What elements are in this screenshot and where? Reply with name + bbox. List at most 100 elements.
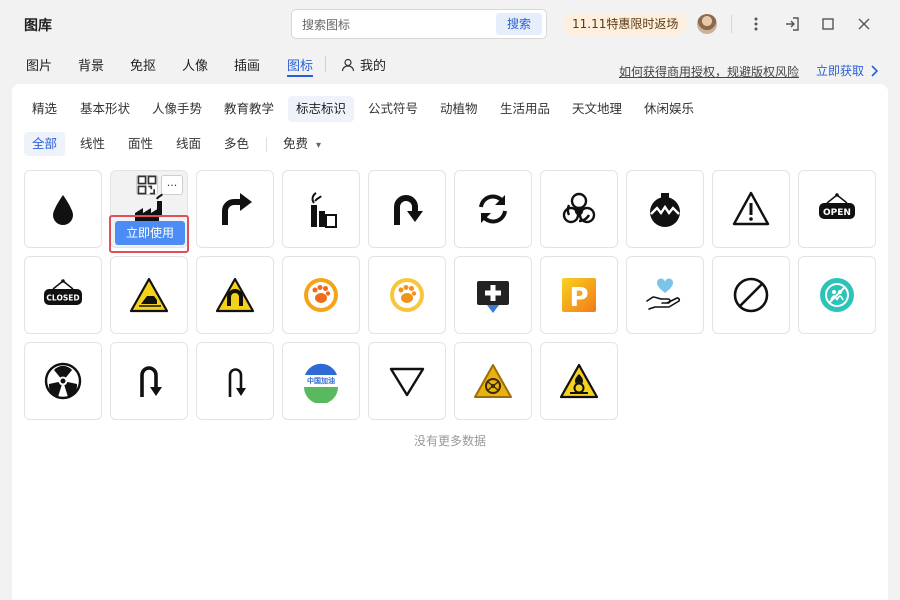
category-gestures[interactable]: 人像手势 <box>144 96 210 122</box>
icon-card[interactable] <box>454 342 532 420</box>
close-icon[interactable] <box>852 12 876 36</box>
icon-card[interactable] <box>24 342 102 420</box>
icon-card[interactable] <box>196 256 274 334</box>
tab-icons[interactable]: 图标 <box>287 55 313 74</box>
category-featured[interactable]: 精选 <box>24 96 65 122</box>
icon-card[interactable]: P <box>540 256 618 334</box>
triangle-down-icon <box>389 367 425 397</box>
tab-mine[interactable]: 我的 <box>341 55 386 74</box>
tab-illustrations[interactable]: 插画 <box>234 55 260 74</box>
title-bar: 图库 搜索 11.11特惠限时返场 <box>0 0 900 48</box>
no-more-data: 没有更多数据 <box>413 434 486 448</box>
icon-card[interactable] <box>540 170 618 248</box>
icon-card[interactable] <box>626 256 704 334</box>
get-now-link[interactable]: 立即获取 <box>816 62 879 79</box>
icon-card[interactable] <box>110 256 188 334</box>
warning-triangle-icon <box>732 191 770 226</box>
medical-cross-icon <box>477 281 509 313</box>
icon-card[interactable] <box>368 342 446 420</box>
avatar[interactable] <box>697 14 717 34</box>
icon-card[interactable] <box>626 170 704 248</box>
icon-card[interactable] <box>540 342 618 420</box>
parking-sign-icon: P <box>562 278 596 313</box>
icon-card[interactable] <box>712 256 790 334</box>
badge-text: 中国加油 <box>307 376 335 385</box>
category-animals-plants[interactable]: 动植物 <box>432 96 486 122</box>
tab-backgrounds[interactable]: 背景 <box>78 55 104 74</box>
main-tabs: 图片 背景 免抠 人像 插画 图标 我的 如何获得商用授权，规避版权风险 立即获… <box>0 50 900 80</box>
parking-letter: P <box>569 283 588 313</box>
filter-line-fill[interactable]: 线面 <box>168 132 209 156</box>
active-tab-indicator <box>287 75 313 77</box>
icon-card[interactable] <box>798 256 876 334</box>
maximize-icon[interactable] <box>816 12 840 36</box>
card-tools: ··· <box>136 175 183 195</box>
chevron-down-icon: ▾ <box>316 140 322 151</box>
icon-card[interactable] <box>24 170 102 248</box>
tab-portraits[interactable]: 人像 <box>182 55 208 74</box>
category-formulas[interactable]: 公式符号 <box>360 96 426 122</box>
more-menu-icon[interactable] <box>744 12 768 36</box>
category-education[interactable]: 教育教学 <box>216 96 282 122</box>
user-icon <box>341 58 355 71</box>
search-box[interactable]: 搜索 <box>291 9 547 39</box>
icon-card[interactable] <box>282 170 360 248</box>
use-now-button[interactable]: 立即使用 <box>115 221 185 245</box>
tab-images[interactable]: 图片 <box>26 55 52 74</box>
exit-icon[interactable] <box>780 12 804 36</box>
category-astronomy-geo[interactable]: 天文地理 <box>564 96 630 122</box>
icon-card[interactable] <box>368 256 446 334</box>
icon-card[interactable]: CLOSED <box>24 256 102 334</box>
turn-right-arrow-icon <box>222 193 252 225</box>
icon-card[interactable]: OPEN <box>798 170 876 248</box>
license-link[interactable]: 如何获得商用授权，规避版权风险 <box>619 63 799 80</box>
icon-card[interactable] <box>454 170 532 248</box>
icon-card[interactable] <box>196 170 274 248</box>
closed-sign-icon: CLOSED <box>44 279 82 305</box>
icon-card[interactable] <box>110 342 188 420</box>
category-basic-shapes[interactable]: 基本形状 <box>72 96 138 122</box>
divider <box>325 56 326 72</box>
paw-yellow-icon <box>390 278 424 312</box>
tab-cutouts[interactable]: 免抠 <box>130 55 156 74</box>
u-turn-down-thin-icon <box>228 368 246 397</box>
china-badge-icon: 中国加油 <box>304 363 338 403</box>
get-now-label: 立即获取 <box>816 64 865 78</box>
filter-linear[interactable]: 线性 <box>72 132 113 156</box>
icon-card[interactable] <box>712 170 790 248</box>
oxidizer-warning-icon <box>559 363 599 399</box>
icon-card[interactable] <box>282 256 360 334</box>
falling-car-warning-icon <box>129 277 169 313</box>
icon-card-hovered[interactable]: ··· 立即使用 <box>109 170 189 253</box>
category-signs[interactable]: 标志标识 <box>288 96 355 122</box>
radiation-icon <box>44 362 82 400</box>
paw-orange-icon <box>304 278 338 312</box>
search-button[interactable]: 搜索 <box>496 13 542 35</box>
industry-plant-icon <box>311 192 337 228</box>
promo-badge[interactable]: 11.11特惠限时返场 <box>563 13 688 35</box>
biohazard-warning-icon <box>474 364 512 398</box>
no-people-icon <box>820 278 854 312</box>
open-sign-text: OPEN <box>823 208 851 218</box>
filter-all[interactable]: 全部 <box>24 132 66 156</box>
water-drop-icon <box>53 195 73 225</box>
qr-code-icon[interactable] <box>136 175 158 195</box>
chevron-right-icon <box>871 64 879 77</box>
magnet-warning-icon <box>215 277 255 313</box>
divider <box>266 137 267 152</box>
more-options-icon[interactable]: ··· <box>161 175 183 195</box>
heart-hand-icon <box>646 278 681 310</box>
icon-card[interactable] <box>454 256 532 334</box>
u-turn-down-icon <box>140 366 162 397</box>
price-filter-label: 免费 <box>283 136 309 151</box>
icon-card[interactable]: 中国加油 <box>282 342 360 420</box>
icon-card[interactable] <box>368 170 446 248</box>
price-filter-dropdown[interactable]: 免费 ▾ <box>275 132 329 156</box>
icon-card[interactable] <box>196 342 274 420</box>
search-input[interactable] <box>302 16 482 34</box>
category-leisure[interactable]: 休闲娱乐 <box>636 96 702 122</box>
filter-multicolor[interactable]: 多色 <box>216 132 257 156</box>
category-daily-goods[interactable]: 生活用品 <box>492 96 558 122</box>
filter-filled[interactable]: 面性 <box>120 132 161 156</box>
pollution-bomb-icon <box>650 193 680 227</box>
